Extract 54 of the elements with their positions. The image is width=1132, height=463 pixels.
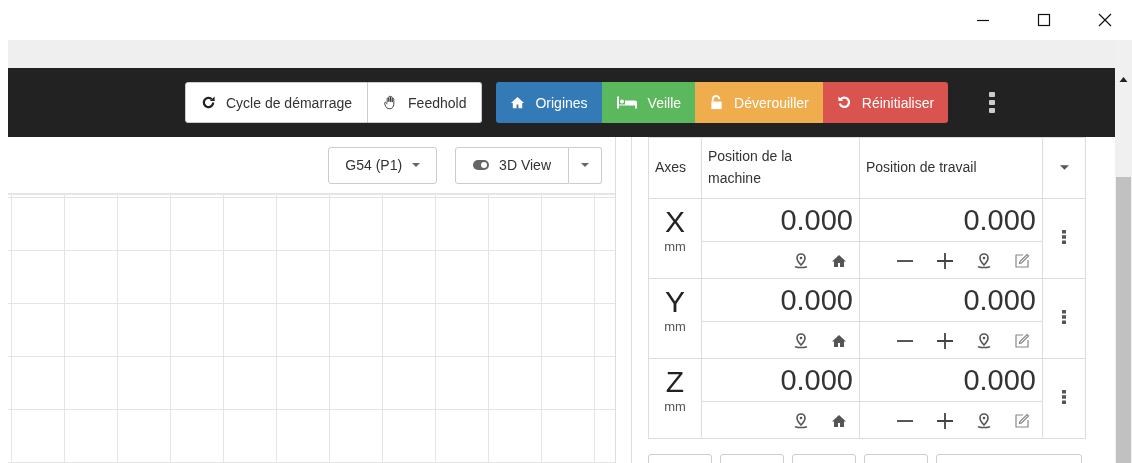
coordinate-dropdown[interactable]: G54 (P1) bbox=[328, 146, 438, 184]
plus-icon[interactable] bbox=[936, 252, 954, 269]
refresh-icon bbox=[201, 95, 216, 110]
view-button[interactable]: 3D View bbox=[455, 146, 569, 184]
unlock-icon bbox=[709, 95, 725, 110]
column-header: Axes bbox=[648, 137, 702, 199]
axis-label: X bbox=[664, 207, 686, 237]
caret-icon[interactable] bbox=[1059, 165, 1069, 171]
close-icon[interactable] bbox=[1098, 13, 1112, 27]
caret-icon bbox=[581, 162, 589, 168]
work-position: 0.000 bbox=[963, 363, 1036, 396]
unit-label: mm bbox=[663, 319, 687, 334]
unit-label: mm bbox=[663, 239, 687, 254]
toolbar-button[interactable]: Feedhold bbox=[368, 82, 483, 123]
axis-label: Y bbox=[664, 287, 686, 317]
more-icon[interactable] bbox=[1062, 310, 1066, 324]
location-pin-icon[interactable] bbox=[976, 332, 992, 349]
home-icon[interactable] bbox=[831, 252, 847, 269]
edit-icon[interactable] bbox=[1014, 412, 1030, 429]
more-icon[interactable] bbox=[1062, 390, 1066, 404]
unit-label: mm bbox=[663, 399, 687, 414]
action-button[interactable]: Réinitialiser bbox=[822, 82, 949, 123]
toggle-icon bbox=[473, 160, 490, 170]
scrollbar[interactable] bbox=[1115, 40, 1132, 463]
edit-icon[interactable] bbox=[1014, 332, 1030, 349]
machine-position: 0.000 bbox=[780, 203, 853, 236]
machine-position: 0.000 bbox=[780, 283, 853, 316]
plus-icon[interactable] bbox=[936, 412, 954, 429]
undo-icon bbox=[836, 95, 852, 110]
scroll-thumb[interactable] bbox=[1116, 177, 1131, 463]
location-pin-icon[interactable] bbox=[793, 412, 809, 429]
bed-icon bbox=[615, 95, 638, 110]
home-icon[interactable] bbox=[831, 332, 847, 349]
column-header: Position de travail bbox=[859, 137, 1043, 199]
maximize-icon[interactable] bbox=[1037, 13, 1051, 27]
column-header: Position de la machine bbox=[701, 137, 860, 199]
work-position: 0.000 bbox=[963, 203, 1036, 236]
location-pin-icon[interactable] bbox=[976, 412, 992, 429]
more-icon[interactable] bbox=[989, 91, 996, 114]
location-pin-icon[interactable] bbox=[976, 252, 992, 269]
work-position: 0.000 bbox=[963, 283, 1036, 316]
more-icon[interactable] bbox=[1062, 230, 1066, 244]
scroll-up-icon[interactable] bbox=[1119, 77, 1128, 82]
location-pin-icon[interactable] bbox=[793, 332, 809, 349]
caret-icon bbox=[412, 162, 421, 168]
location-pin-icon[interactable] bbox=[793, 252, 809, 269]
plus-icon[interactable] bbox=[936, 332, 954, 349]
edit-icon[interactable] bbox=[1014, 252, 1030, 269]
home-icon[interactable] bbox=[831, 412, 847, 429]
toolbar-button[interactable]: Cycle de démarrage bbox=[185, 82, 369, 123]
action-button[interactable]: Origines bbox=[496, 82, 602, 123]
machine-position: 0.000 bbox=[780, 363, 853, 396]
axis-label: Z bbox=[664, 367, 686, 397]
home-icon bbox=[510, 95, 526, 110]
